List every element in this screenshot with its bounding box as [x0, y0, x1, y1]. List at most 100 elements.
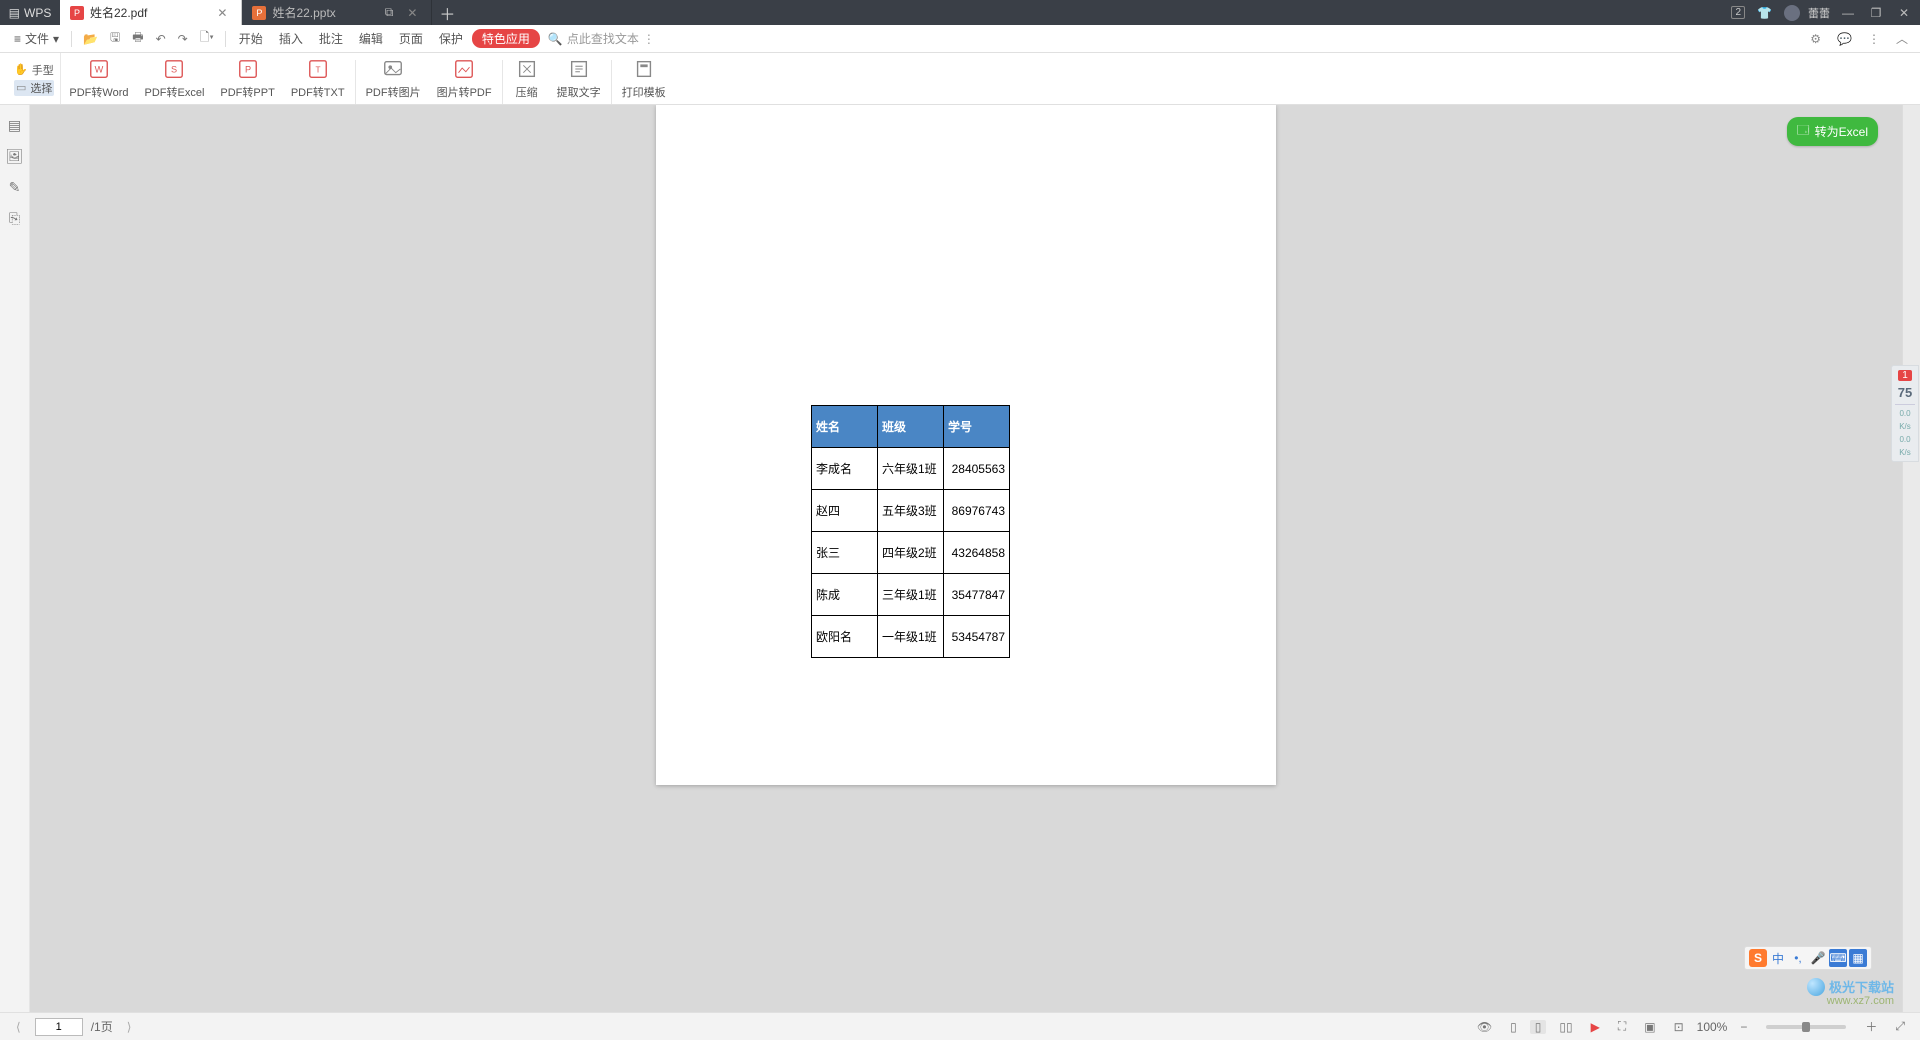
- tab-inactive[interactable]: P 姓名22.pptx ⧉ ✕: [242, 0, 432, 25]
- search-box[interactable]: 🔍 点此查找文本 ⋮: [548, 30, 655, 47]
- select-mode[interactable]: ▭选择: [14, 80, 54, 96]
- image-in-icon: [450, 57, 478, 81]
- convert-excel-button[interactable]: 🗔 转为Excel: [1787, 117, 1878, 146]
- ime-mic-icon[interactable]: 🎤: [1809, 949, 1827, 967]
- minimize-button[interactable]: —: [1838, 6, 1858, 20]
- compress-button[interactable]: 压缩: [505, 53, 549, 104]
- zoom-label: 100%: [1697, 1020, 1728, 1034]
- ime-toolbox-icon[interactable]: ▦: [1849, 949, 1867, 967]
- sogou-logo-icon[interactable]: S: [1749, 949, 1767, 967]
- pdf-to-txt-label: PDF转TXT: [291, 84, 345, 100]
- menu-insert[interactable]: 插入: [272, 30, 310, 47]
- fit-width-icon[interactable]: ⛶: [1613, 1019, 1631, 1034]
- speed-widget[interactable]: 1 75 0.0 K/s 0.0 K/s: [1891, 365, 1919, 462]
- redo-icon[interactable]: ↷: [173, 32, 193, 46]
- canvas[interactable]: 姓名 班级 学号 李成名六年级1班28405563 赵四五年级3班8697674…: [30, 105, 1902, 1012]
- zoom-out-button[interactable]: −: [1735, 1020, 1752, 1034]
- next-page-button[interactable]: ⟩: [121, 1020, 138, 1034]
- bookmark-icon[interactable]: ✎: [9, 179, 21, 196]
- image-to-pdf-button[interactable]: 图片转PDF: [429, 53, 500, 104]
- feedback-icon[interactable]: 💬: [1833, 32, 1856, 46]
- close-icon[interactable]: ✕: [213, 6, 231, 20]
- speed-up-rate: 0.0: [1899, 409, 1910, 418]
- menu-protect[interactable]: 保护: [432, 30, 470, 47]
- txt-icon: T: [304, 57, 332, 81]
- more-icon: ⋮: [643, 32, 655, 46]
- tab-active[interactable]: P 姓名22.pdf ✕: [60, 0, 242, 25]
- notification-badge[interactable]: 2: [1731, 6, 1745, 19]
- menu-special[interactable]: 特色应用: [472, 29, 540, 48]
- ime-zh[interactable]: 中: [1769, 949, 1787, 967]
- continuous-icon[interactable]: ▯: [1530, 1020, 1547, 1034]
- watermark-brand: 极光下载站: [1829, 981, 1894, 995]
- excel-badge-icon: 🗔: [1797, 121, 1810, 142]
- maximize-button[interactable]: ❐: [1866, 6, 1886, 20]
- table-row: 陈成三年级1班35477847: [812, 574, 1010, 616]
- print-icon[interactable]: 🖶: [127, 28, 148, 49]
- outline-icon[interactable]: ▤: [8, 117, 21, 134]
- export-icon[interactable]: 🗋▾: [195, 28, 219, 49]
- hand-mode[interactable]: ✋手型: [14, 62, 54, 78]
- hand-icon: ✋: [14, 63, 28, 76]
- duplicate-icon[interactable]: ⧉: [381, 5, 398, 20]
- settings-icon[interactable]: ⚙: [1806, 32, 1825, 46]
- extract-text-button[interactable]: 提取文字: [549, 53, 609, 104]
- eye-icon[interactable]: 👁: [1472, 1020, 1497, 1034]
- ribbon: ✋手型 ▭选择 W PDF转Word S PDF转Excel P PDF转PPT…: [0, 53, 1920, 105]
- menu-start[interactable]: 开始: [232, 30, 270, 47]
- ime-punct-icon[interactable]: •,: [1789, 949, 1807, 967]
- fullscreen-icon[interactable]: ⤢: [1890, 1019, 1910, 1034]
- data-table: 姓名 班级 学号 李成名六年级1班28405563 赵四五年级3班8697674…: [811, 405, 1010, 658]
- table-row: 张三四年级2班43264858: [812, 532, 1010, 574]
- avatar[interactable]: [1784, 5, 1800, 21]
- undo-icon[interactable]: ↶: [151, 32, 171, 46]
- close-button[interactable]: ✕: [1894, 6, 1914, 20]
- attachment-icon[interactable]: ⎘: [9, 210, 20, 227]
- prev-page-button[interactable]: ⟨: [10, 1020, 27, 1034]
- zoom-slider[interactable]: [1766, 1025, 1846, 1029]
- menu-edit[interactable]: 编辑: [352, 30, 390, 47]
- pdf-to-ppt-button[interactable]: P PDF转PPT: [212, 53, 282, 104]
- single-page-icon[interactable]: ▯: [1505, 1020, 1522, 1034]
- extract-icon: [565, 57, 593, 81]
- svg-text:P: P: [245, 65, 251, 75]
- collapse-ribbon-icon[interactable]: ︿: [1892, 30, 1912, 47]
- ime-keyboard-icon[interactable]: ⌨: [1829, 949, 1847, 967]
- chevron-down-icon: ▾: [53, 32, 59, 46]
- open-icon[interactable]: 📂: [78, 32, 103, 46]
- file-menu-label: 文件: [25, 30, 49, 47]
- page-total: /1页: [91, 1018, 113, 1035]
- speed-down-rate: 0.0: [1899, 435, 1910, 444]
- actual-size-icon[interactable]: ⊡: [1669, 1020, 1689, 1034]
- mode-group: ✋手型 ▭选择: [8, 53, 61, 104]
- image-out-icon: [379, 57, 407, 81]
- zoom-in-button[interactable]: ＋: [1860, 1018, 1882, 1035]
- page-input[interactable]: [35, 1018, 83, 1036]
- search-placeholder: 点此查找文本: [567, 30, 639, 47]
- ime-bar[interactable]: S 中 •, 🎤 ⌨ ▦: [1744, 946, 1872, 970]
- compress-icon: [513, 57, 541, 81]
- save-icon[interactable]: 🖫: [105, 28, 125, 49]
- file-menu[interactable]: ≡ 文件 ▾: [8, 30, 65, 47]
- more-menu-icon[interactable]: ⋮: [1864, 32, 1884, 46]
- print-template-button[interactable]: 打印模板: [614, 53, 674, 104]
- wps-logo[interactable]: ▤ WPS: [0, 0, 60, 25]
- menu-page[interactable]: 页面: [392, 30, 430, 47]
- print-tpl-icon: [630, 57, 658, 81]
- image-to-pdf-label: 图片转PDF: [437, 84, 492, 100]
- svg-text:W: W: [95, 65, 104, 75]
- scrollbar[interactable]: [1902, 105, 1920, 1012]
- close-icon[interactable]: ✕: [403, 6, 421, 20]
- pdf-to-word-button[interactable]: W PDF转Word: [61, 53, 136, 104]
- two-page-icon[interactable]: ▯▯: [1554, 1020, 1577, 1034]
- new-tab-button[interactable]: ＋: [432, 0, 462, 25]
- fit-page-icon[interactable]: ▣: [1639, 1020, 1660, 1034]
- play-icon[interactable]: ▶: [1586, 1020, 1605, 1034]
- pdf-to-excel-button[interactable]: S PDF转Excel: [137, 53, 213, 104]
- apparel-icon[interactable]: 👕: [1753, 6, 1776, 20]
- thumbnail-icon[interactable]: 🖼: [6, 148, 24, 165]
- user-name[interactable]: 蕾蕾: [1808, 5, 1830, 21]
- pdf-to-image-button[interactable]: PDF转图片: [358, 53, 429, 104]
- menu-annotate[interactable]: 批注: [312, 30, 350, 47]
- pdf-to-txt-button[interactable]: T PDF转TXT: [283, 53, 353, 104]
